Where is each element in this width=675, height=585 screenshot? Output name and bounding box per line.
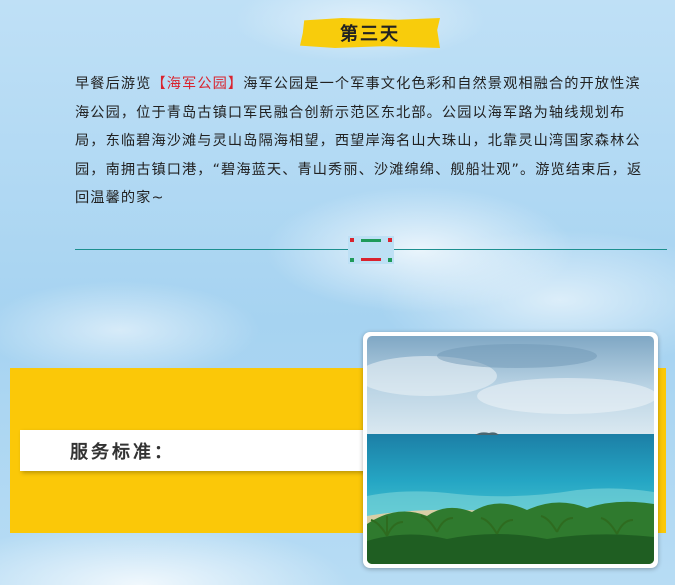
service-heading: 服务标准：	[70, 441, 175, 463]
paragraph-body: 海军公园是一个军事文化色彩和自然景观相融合的开放性滨海公园，位于青岛古镇口军民融…	[75, 76, 643, 206]
service-heading-box: 服务标准：	[20, 430, 402, 471]
divider-ornament-icon	[348, 236, 394, 264]
seascape-photo	[363, 332, 658, 568]
day-badge: 第三天	[300, 18, 440, 48]
itinerary-paragraph: 早餐后游览【海军公园】海军公园是一个军事文化色彩和自然景观相融合的开放性滨海公园…	[75, 70, 655, 213]
paragraph-intro: 早餐后游览	[75, 76, 152, 92]
day-badge-label: 第三天	[340, 24, 400, 45]
paragraph-highlight: 【海军公园】	[151, 76, 244, 92]
seascape-image-icon	[367, 336, 654, 564]
